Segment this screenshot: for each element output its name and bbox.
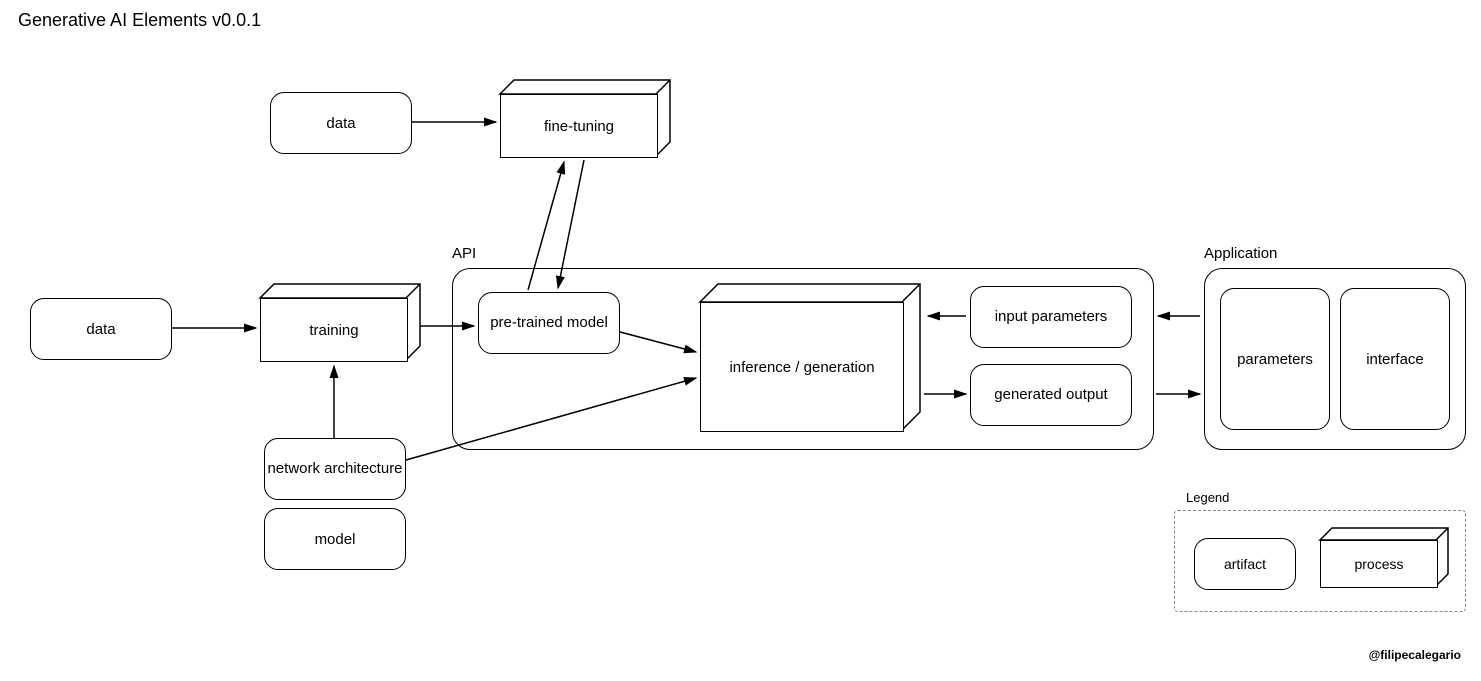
arrows-layer	[0, 0, 1481, 681]
diagram-canvas: Generative AI Elements v0.0.1 data fine-…	[0, 0, 1481, 681]
